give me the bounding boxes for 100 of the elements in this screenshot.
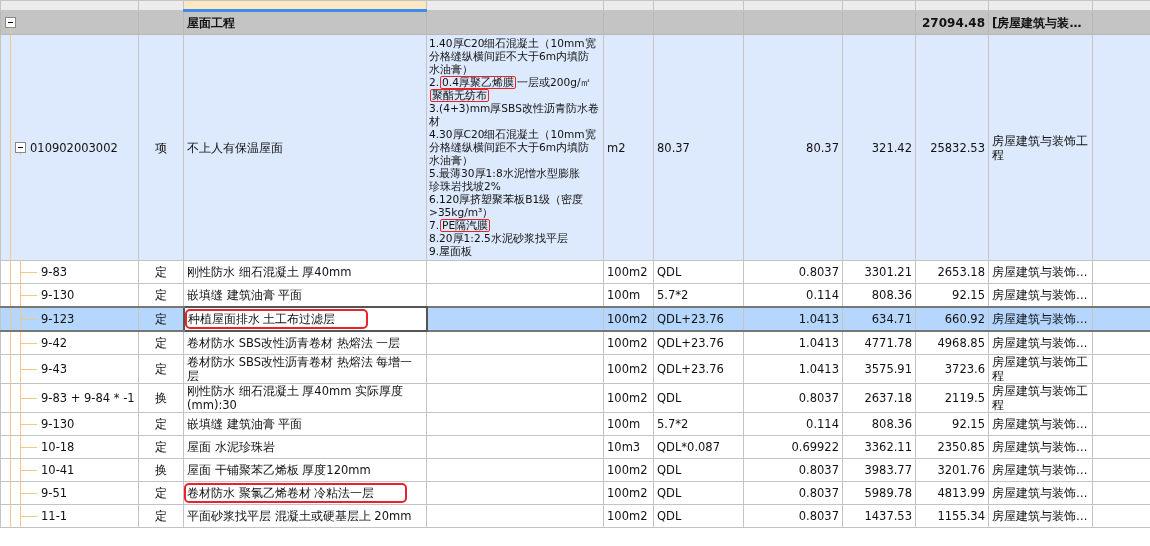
code-cell: 10-41: [41, 463, 75, 477]
unit-cell: 100m2: [607, 336, 648, 350]
unit-price-cell: 634.71: [871, 312, 912, 326]
code-cell: 010902003002: [30, 140, 118, 155]
name-cell: 屋面 干铺聚苯乙烯板 厚度120mm: [187, 463, 371, 477]
unit-price-cell: 2637.18: [864, 391, 912, 405]
fee-file-cell: 房屋建筑与装饰…: [992, 486, 1088, 500]
column-header[interactable]: [842, 0, 916, 11]
total-cell: 4968.85: [937, 336, 985, 350]
expression-cell: QDL+23.76: [657, 312, 724, 326]
feature-line: 分格缝纵横间距不大于6m内填防: [429, 141, 591, 154]
feature-line: 6.120厚挤塑聚苯板B1级（密度: [429, 193, 585, 206]
feature-line: 4.30厚C20细石混凝土（10mm宽: [429, 128, 597, 141]
expression-cell: 5.7*2: [657, 288, 689, 302]
fee-file-cell: 房屋建筑与装饰…: [992, 336, 1088, 350]
column-header[interactable]: [426, 0, 604, 11]
code-cell: 9-123: [41, 312, 75, 326]
feature-line: 7. PE隔汽膜: [429, 219, 492, 232]
type-cell: 换: [155, 463, 167, 477]
name-cell: 刚性防水 细石混凝土 厚40mm 实际厚度(mm):30: [187, 384, 403, 412]
fee-file-cell: 房屋建筑与装饰…: [992, 509, 1088, 523]
column-header[interactable]: [1092, 0, 1150, 11]
code-cell: 11-1: [41, 509, 68, 523]
name-cell: 卷材防水 聚氯乙烯卷材 冷粘法一层: [187, 486, 405, 500]
unit-price-cell: 4771.78: [864, 336, 912, 350]
expression-cell: 5.7*2: [657, 417, 689, 431]
type-cell: 定: [155, 362, 167, 376]
feature-line: 8.20厚1:2.5水泥砂浆找平层: [429, 232, 569, 245]
type-cell: 定: [155, 509, 167, 523]
unit-price-cell: 808.36: [871, 417, 912, 431]
column-header[interactable]: [988, 0, 1093, 11]
quantity-cell: 0.8037: [798, 463, 839, 477]
quantity-cell: 0.8037: [798, 486, 839, 500]
feature-line: >35kg/m³）: [429, 206, 495, 219]
expression-cell: QDL*0.087: [657, 440, 720, 454]
name-cell: 种植屋面排水 土工布过滤层: [187, 312, 366, 326]
total-cell: 92.15: [952, 417, 985, 431]
name-cell: 卷材防水 SBS改性沥青卷材 热熔法 每增一层: [187, 355, 413, 383]
feature-line: 3.(4+3)mm厚SBS改性沥青防水卷: [429, 102, 600, 115]
total-cell: 1155.34: [937, 509, 985, 523]
total-cell: 2119.5: [944, 391, 985, 405]
column-header[interactable]: [183, 0, 427, 11]
total-cell: 4813.99: [937, 486, 985, 500]
total-cell: 25832.53: [930, 140, 985, 155]
fee-file-cell: 房屋建筑与装饰…: [992, 288, 1088, 302]
column-header[interactable]: [138, 0, 184, 11]
feature-line: 1.40厚C20细石混凝土（10mm宽: [429, 37, 597, 50]
group-name: 屋面工程: [187, 16, 235, 30]
name-cell: 嵌填缝 建筑油膏 平面: [187, 417, 303, 431]
feature-line: 9.屋面板: [429, 245, 474, 258]
total-cell: 660.92: [944, 312, 985, 326]
tree-toggle-icon[interactable]: [5, 17, 16, 28]
unit-price-cell: 5989.78: [864, 486, 912, 500]
expression-cell: QDL+23.76: [657, 362, 724, 376]
expression-cell: QDL: [657, 391, 682, 405]
total-cell: 3201.76: [937, 463, 985, 477]
unit-cell: 100m2: [607, 486, 648, 500]
column-header[interactable]: [603, 0, 654, 11]
quantity-cell: 0.8037: [798, 391, 839, 405]
column-header[interactable]: [915, 0, 989, 11]
unit-price-cell: 3575.91: [864, 362, 912, 376]
feature-line: 水油膏）: [429, 154, 474, 167]
unit-price-cell: 808.36: [871, 288, 912, 302]
name-cell: 不上人有保温屋面: [187, 140, 283, 155]
fee-file-cell: 房屋建筑与装饰…: [992, 440, 1088, 454]
code-cell: 9-130: [41, 417, 75, 431]
fee-file-cell: 房屋建筑与装饰…: [992, 417, 1088, 431]
quantity-cell: 80.37: [806, 140, 839, 155]
quantity-cell: 1.0413: [798, 336, 839, 350]
feature-line: 分格缝纵横间距不大于6m内填防: [429, 50, 591, 63]
type-cell: 定: [155, 486, 167, 500]
feature-line: 5.最薄30厚1:8水泥憎水型膨胀: [429, 167, 581, 180]
tree-toggle-icon[interactable]: [15, 142, 26, 153]
expression-cell: QDL+23.76: [657, 336, 724, 350]
unit-price-cell: 3362.11: [864, 440, 912, 454]
fee-file-cell: 房屋建筑与装饰工程: [992, 355, 1088, 383]
unit-price-cell: 321.42: [871, 140, 912, 155]
quantity-cell: 0.114: [806, 417, 839, 431]
unit-cell: m2: [607, 140, 626, 155]
code-cell: 9-51: [41, 486, 68, 500]
unit-cell: 100m2: [607, 463, 648, 477]
column-header[interactable]: [653, 0, 744, 11]
unit-cell: 100m2: [607, 265, 648, 279]
fee-file-cell: 房屋建筑与装饰工程: [992, 133, 1088, 162]
unit-cell: 100m2: [607, 312, 648, 326]
expression-cell: QDL: [657, 463, 682, 477]
group-total: 27094.48: [922, 15, 985, 30]
type-cell: 换: [155, 391, 167, 405]
column-header[interactable]: [0, 0, 139, 11]
code-cell: 9-43: [41, 362, 68, 376]
quantity-cell: 1.0413: [798, 312, 839, 326]
code-cell: 9-42: [41, 336, 68, 350]
unit-price-cell: 3983.77: [864, 463, 912, 477]
column-header[interactable]: [743, 0, 843, 11]
quantity-cell: 0.8037: [798, 265, 839, 279]
name-cell: 屋面 水泥珍珠岩: [187, 440, 275, 454]
total-cell: 92.15: [952, 288, 985, 302]
code-cell: 10-18: [41, 440, 75, 454]
feature-line: 珍珠岩找坡2%: [429, 180, 502, 193]
quantity-cell: 0.69922: [791, 440, 839, 454]
